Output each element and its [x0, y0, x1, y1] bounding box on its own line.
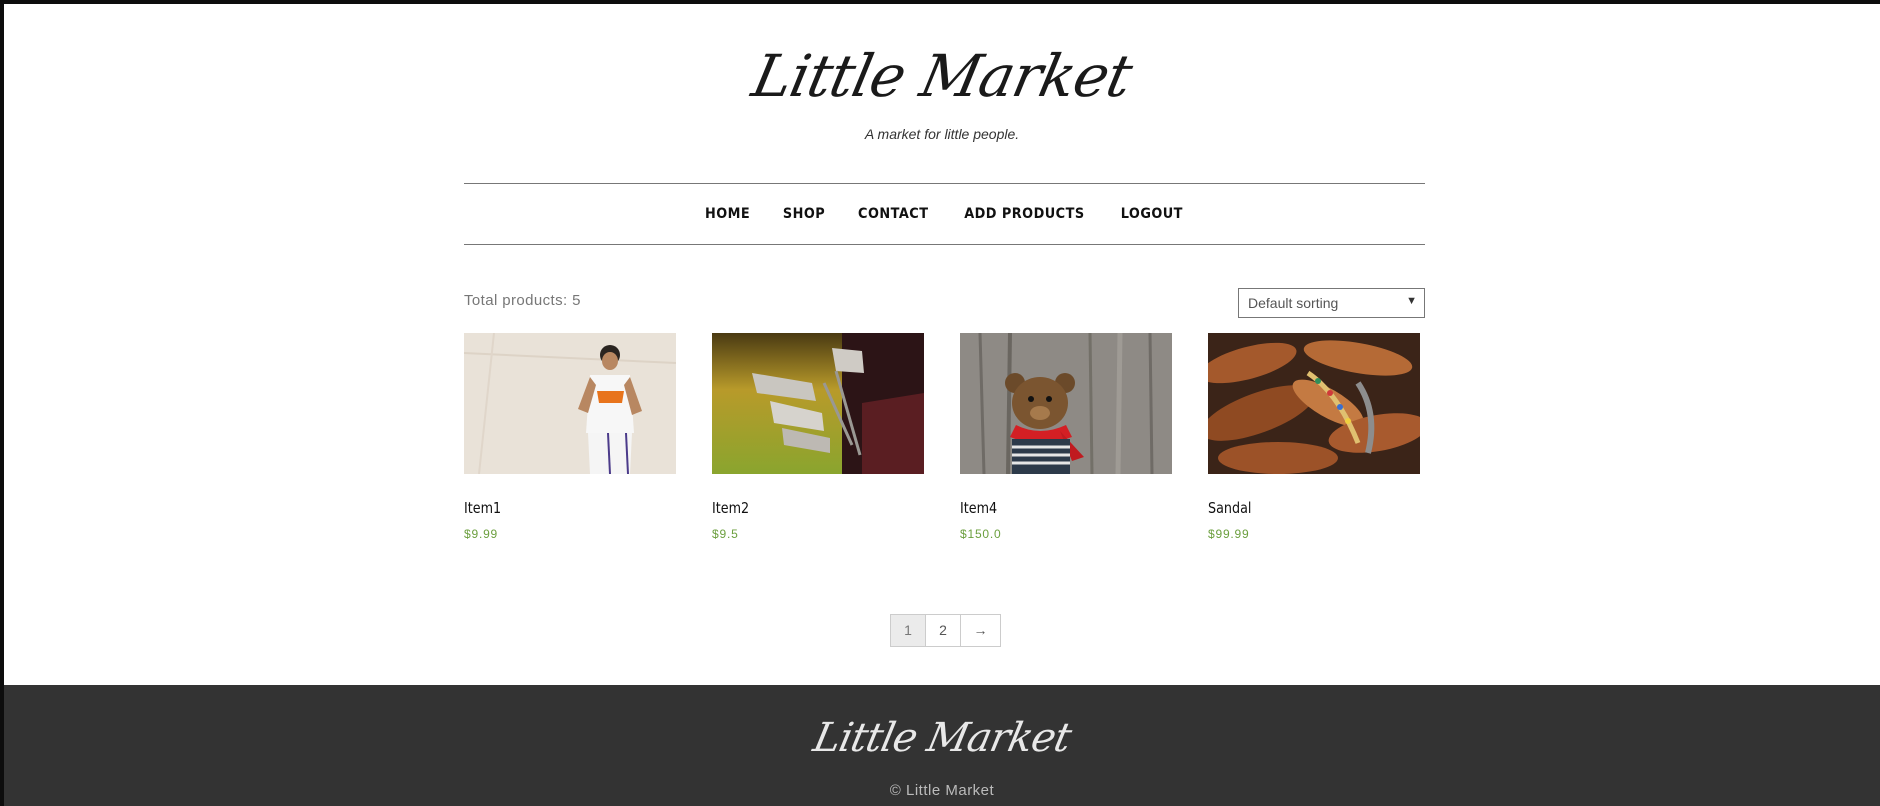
nav-add-products[interactable]: ADD PRODUCTS [964, 206, 1084, 222]
site-header: Little Market A market for little people… [4, 4, 1880, 144]
pagination: 1 2 → [890, 614, 1001, 647]
page-1-current: 1 [891, 615, 926, 646]
product-price: $99.99 [1208, 527, 1250, 541]
page-2-link[interactable]: 2 [926, 615, 961, 646]
product-card[interactable]: Sandal $99.99 [1208, 333, 1420, 541]
product-name[interactable]: Item1 [464, 499, 644, 517]
product-price: $9.5 [712, 527, 739, 541]
product-grid: Item1 $9.99 Item2 $9.5 Item4 $150.0 Sand… [464, 333, 1425, 563]
product-card[interactable]: Item2 $9.5 [712, 333, 924, 541]
product-name[interactable]: Sandal [1208, 499, 1388, 517]
product-card[interactable]: Item4 $150.0 [960, 333, 1172, 541]
site-footer: Little Market © Little Market [4, 685, 1880, 806]
nav-contact[interactable]: CONTACT [858, 206, 928, 222]
chevron-down-icon: ▼ [1406, 295, 1417, 307]
copyright-text: © Little Market [889, 782, 995, 799]
product-card[interactable]: Item1 $9.99 [464, 333, 676, 541]
nav-shop[interactable]: SHOP [782, 206, 824, 222]
sort-select[interactable]: Default sorting ▼ [1238, 288, 1425, 318]
sandals-photo[interactable] [1208, 333, 1420, 474]
total-products-count: Total products: 5 [464, 292, 581, 309]
nav-logout[interactable]: LOGOUT [1121, 206, 1183, 222]
footer-logo: Little Market [809, 715, 1075, 761]
main-nav: HOME SHOP CONTACT ADD PRODUCTS LOGOUT [464, 183, 1425, 245]
product-price: $150.0 [960, 527, 1002, 541]
product-price: $9.99 [464, 527, 499, 541]
golf-clubs-photo[interactable] [712, 333, 924, 474]
teddy-bear-photo[interactable] [960, 333, 1172, 474]
sort-select-value: Default sorting [1248, 295, 1339, 311]
site-title-logo[interactable]: Little Market [4, 42, 1880, 110]
product-name[interactable]: Item4 [960, 499, 1140, 517]
site-tagline: A market for little people. [864, 126, 1020, 142]
basketball-player-photo[interactable] [464, 333, 676, 474]
shop-toolbar: Total products: 5 Default sorting ▼ [464, 288, 1425, 318]
next-page-arrow-icon[interactable]: → [961, 615, 1000, 646]
product-name[interactable]: Item2 [712, 499, 892, 517]
nav-home[interactable]: HOME [705, 206, 750, 222]
page: Little Market A market for little people… [4, 4, 1880, 806]
